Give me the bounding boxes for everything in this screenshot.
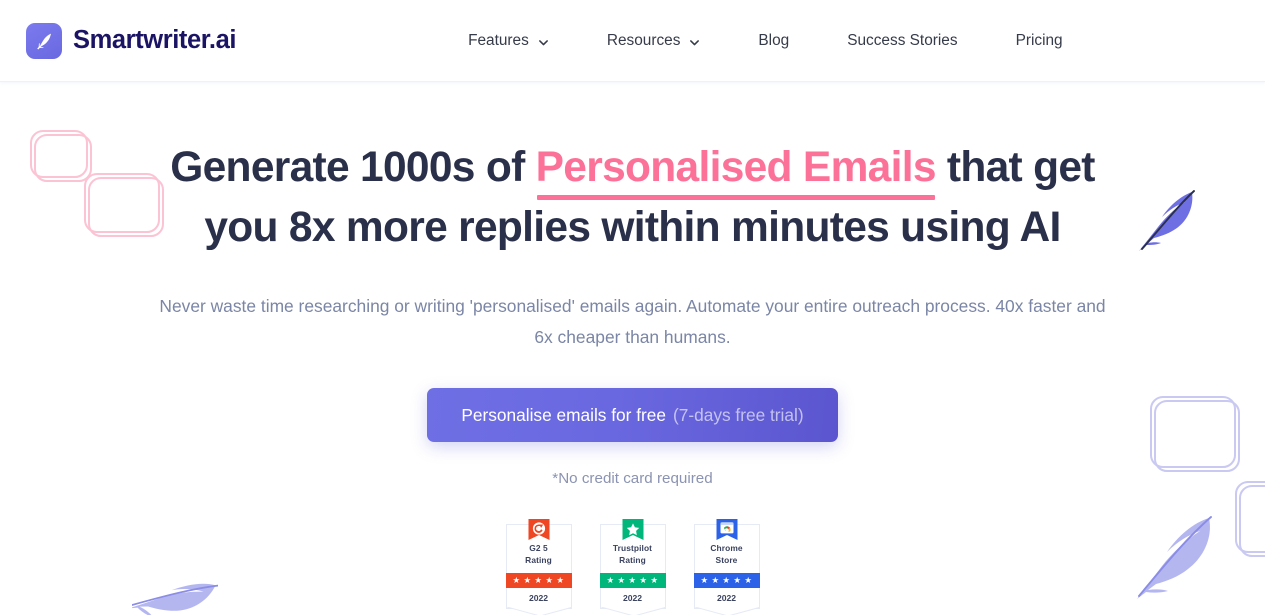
no-credit-card-note: *No credit card required <box>552 470 713 487</box>
nav-label: Blog <box>758 31 790 49</box>
rating-badges: G2 5 Rating ★ ★ ★ ★ ★ 2022 Trustpilot Ra… <box>0 518 1265 615</box>
nav-item-success-stories[interactable]: Success Stories <box>847 24 957 58</box>
badge-year: 2022 <box>716 593 737 603</box>
main-navigation: Features Resources Blog Success Stories … <box>468 24 1063 58</box>
badge-label-line2: Rating <box>525 555 552 565</box>
brand-name: Smartwriter.ai <box>73 26 237 54</box>
nav-label: Resources <box>606 31 681 49</box>
badge-year-wrap: 2022 <box>505 588 572 615</box>
badge-year: 2022 <box>622 593 643 603</box>
badge-label: G2 5 Rating <box>509 542 569 573</box>
badge-year-wrap: 2022 <box>599 588 666 615</box>
feather-icon <box>26 22 62 59</box>
hero-section: Generate 1000s of Personalised Emails th… <box>0 82 1265 615</box>
nav-item-resources[interactable]: Resources <box>607 24 701 58</box>
badge-label: Trustpilot Rating <box>603 542 663 573</box>
badge-label-line2: Rating <box>619 555 646 565</box>
site-header: Smartwriter.ai Features Resources Blog S… <box>0 0 1265 82</box>
chevron-down-icon <box>538 35 549 46</box>
badge-year-wrap: 2022 <box>693 588 760 615</box>
badge-body: Trustpilot Rating <box>599 519 666 573</box>
badge-g2[interactable]: G2 5 Rating ★ ★ ★ ★ ★ 2022 <box>505 518 572 615</box>
badge-stars: ★ ★ ★ ★ ★ <box>599 573 666 588</box>
page-title: Generate 1000s of Personalised Emails th… <box>153 138 1113 258</box>
nav-label: Success Stories <box>847 31 958 49</box>
badge-point <box>600 607 665 615</box>
nav-item-pricing[interactable]: Pricing <box>1016 24 1063 58</box>
nav-label: Features <box>468 31 529 49</box>
badge-trustpilot[interactable]: Trustpilot Rating ★ ★ ★ ★ ★ 2022 <box>599 518 666 615</box>
landing-page: Smartwriter.ai Features Resources Blog S… <box>0 0 1265 615</box>
badge-year: 2022 <box>528 593 549 603</box>
headline-part-1: Generate 1000s of <box>170 144 536 191</box>
g2-logo-icon <box>528 519 549 546</box>
chrome-web-store-icon <box>716 519 737 546</box>
badge-stars: ★ ★ ★ ★ ★ <box>505 573 572 588</box>
personalise-emails-cta-button[interactable]: Personalise emails for free (7-days free… <box>427 388 838 442</box>
badge-point <box>694 607 759 615</box>
cta-container: Personalise emails for free (7-days free… <box>0 388 1265 442</box>
brand-logo[interactable]: Smartwriter.ai <box>26 22 237 59</box>
chevron-down-icon <box>689 35 700 46</box>
headline-highlight: Personalised Emails <box>536 138 936 200</box>
badge-chrome-store[interactable]: Chrome Store ★ ★ ★ ★ ★ 2022 <box>693 518 760 615</box>
badge-label-line2: Store <box>715 555 738 565</box>
badge-point <box>506 607 571 615</box>
badge-stars: ★ ★ ★ ★ ★ <box>693 573 760 588</box>
trustpilot-star-icon <box>622 519 643 546</box>
hero-subheadline: Never waste time researching or writing … <box>159 296 1106 347</box>
badge-label: Chrome Store <box>697 542 757 573</box>
nav-item-features[interactable]: Features <box>468 24 549 58</box>
nav-item-blog[interactable]: Blog <box>758 24 789 58</box>
nav-label: Pricing <box>1015 31 1063 49</box>
cta-main-label: Personalise emails for free <box>461 404 666 425</box>
badge-body: G2 5 Rating <box>505 519 572 573</box>
cta-sub-label: (7-days free trial) <box>672 404 804 425</box>
badge-body: Chrome Store <box>693 519 760 573</box>
